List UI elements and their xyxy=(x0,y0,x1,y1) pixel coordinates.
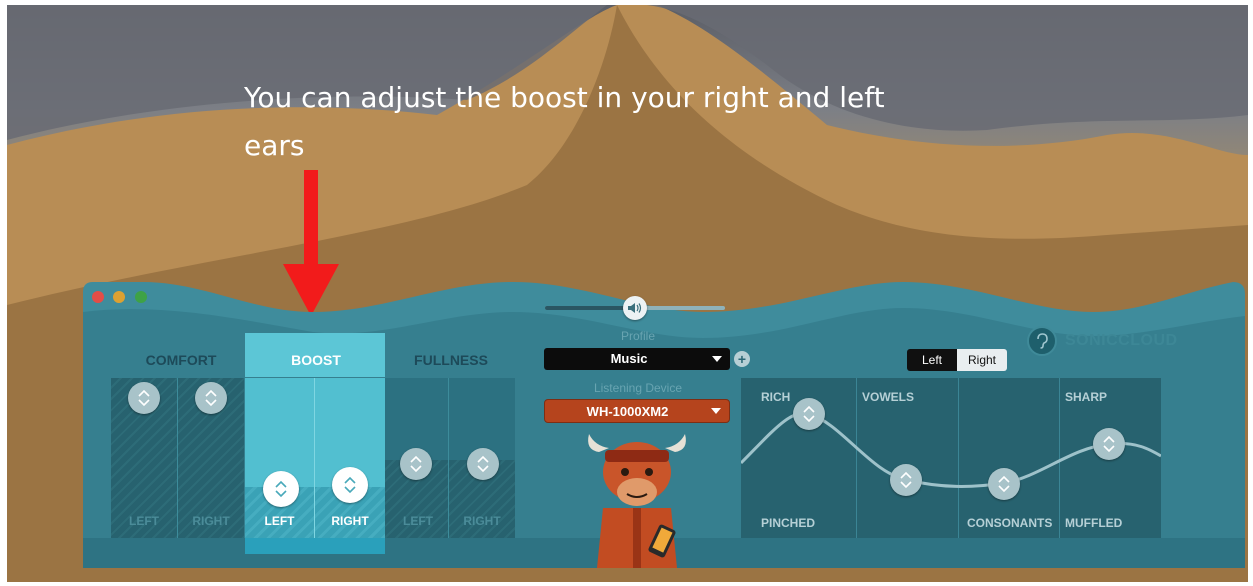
fullness-left-label: LEFT xyxy=(403,514,433,528)
tone-label-sharp: SHARP xyxy=(1065,390,1108,404)
stepper-icon[interactable] xyxy=(128,382,160,414)
fullness-panel: LEFT RIGHT xyxy=(385,378,517,538)
tone-label-muffled: MUFFLED xyxy=(1065,516,1123,530)
tone-label-pinched: PINCHED xyxy=(761,516,816,530)
window-minimize-button[interactable] xyxy=(113,291,125,303)
boost-left-label: LEFT xyxy=(264,514,295,528)
speaker-icon[interactable] xyxy=(623,296,647,320)
stepper-icon[interactable] xyxy=(793,398,825,430)
device-value: WH-1000XM2 xyxy=(586,404,669,419)
comfort-left-slider[interactable]: LEFT xyxy=(111,378,177,538)
device-dropdown[interactable]: WH-1000XM2 xyxy=(544,399,730,423)
stepper-icon[interactable] xyxy=(400,448,432,480)
boost-panel: LEFT RIGHT xyxy=(245,378,385,554)
ear-toggle-right[interactable]: Right xyxy=(957,349,1007,371)
comfort-right-slider[interactable]: RIGHT xyxy=(178,378,244,538)
brand-ear-icon xyxy=(1027,326,1057,356)
stepper-icon[interactable] xyxy=(195,382,227,414)
stepper-icon[interactable] xyxy=(332,467,368,503)
caption-line-1: You can adjust the boost in your right a… xyxy=(244,81,885,114)
profile-caption: Profile xyxy=(620,329,655,343)
buffalo-mascot-image xyxy=(588,434,686,568)
comfort-left-label: LEFT xyxy=(129,514,159,528)
window-close-button[interactable] xyxy=(92,291,104,303)
stepper-icon[interactable] xyxy=(263,471,299,507)
comfort-right-label: RIGHT xyxy=(192,514,230,528)
tone-label-consonants: CONSONANTS xyxy=(967,516,1053,530)
dropdown-caret-icon xyxy=(712,356,722,362)
ear-toggle-left[interactable]: Left xyxy=(907,349,957,371)
brand-logo: SONICCLOUD xyxy=(1027,326,1178,356)
stepper-icon[interactable] xyxy=(988,468,1020,500)
caption-line-2: ears xyxy=(244,129,305,162)
profile-dropdown[interactable]: Music xyxy=(544,348,730,370)
stepper-icon[interactable] xyxy=(1093,428,1125,460)
stepper-icon[interactable] xyxy=(467,448,499,480)
volume-fill xyxy=(545,306,627,310)
tab-boost[interactable]: BOOST xyxy=(246,352,386,368)
tab-fullness[interactable]: FULLNESS xyxy=(381,352,521,368)
tone-label-vowels: VOWELS xyxy=(862,390,915,404)
comfort-panel: LEFT RIGHT xyxy=(111,378,245,538)
window-maximize-button[interactable] xyxy=(135,291,147,303)
soniccloud-window: COMFORT BOOST FULLNESS LEFT RIGHT LEFT R… xyxy=(83,282,1245,568)
tutorial-caption: You can adjust the boost in your right a… xyxy=(244,74,964,170)
tone-equalizer-panel[interactable]: RICH VOWELS SHARP PINCHED CONSONANTS MUF… xyxy=(741,378,1161,538)
tone-label-rich: RICH xyxy=(761,390,791,404)
device-caption: Listening Device xyxy=(593,381,683,395)
dropdown-caret-icon xyxy=(711,408,721,414)
boost-right-label: RIGHT xyxy=(331,514,369,528)
fullness-right-slider[interactable]: RIGHT xyxy=(449,378,515,538)
boost-panel-base xyxy=(245,538,385,554)
stepper-icon[interactable] xyxy=(890,464,922,496)
boost-left-slider[interactable]: LEFT xyxy=(245,378,314,538)
profile-value: Music xyxy=(610,351,648,366)
ear-toggle[interactable]: Left Right xyxy=(907,349,1007,371)
fullness-right-label: RIGHT xyxy=(463,514,501,528)
brand-name: SONICCLOUD xyxy=(1065,332,1178,349)
boost-right-slider[interactable]: RIGHT xyxy=(315,378,385,538)
tab-comfort[interactable]: COMFORT xyxy=(111,352,251,368)
fullness-left-slider[interactable]: LEFT xyxy=(385,378,451,538)
add-profile-button[interactable]: + xyxy=(734,351,750,367)
